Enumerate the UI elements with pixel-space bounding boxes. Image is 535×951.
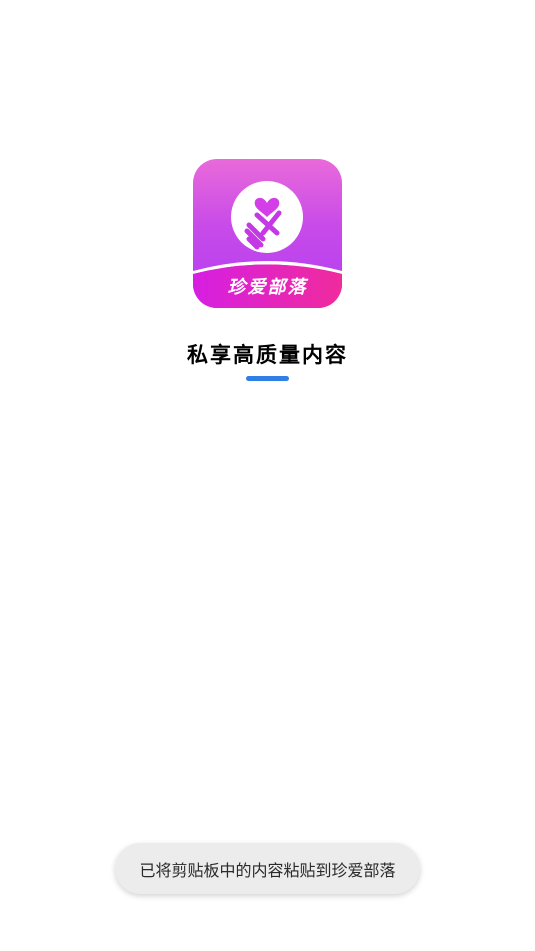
logo-text: 珍爱部落 (227, 277, 308, 298)
toast-message: 已将剪贴板中的内容粘贴到珍爱部落 (139, 860, 396, 880)
splash-screen: 珍爱部落 私享高质量内容 已将剪贴板中的内容粘贴到珍爱部落 (0, 0, 535, 951)
slogan-title: 私享高质量内容 (187, 343, 348, 367)
slogan-underline (246, 376, 289, 381)
app-logo: 珍爱部落 (193, 159, 342, 308)
clipboard-toast: 已将剪贴板中的内容粘贴到珍爱部落 (115, 843, 420, 894)
